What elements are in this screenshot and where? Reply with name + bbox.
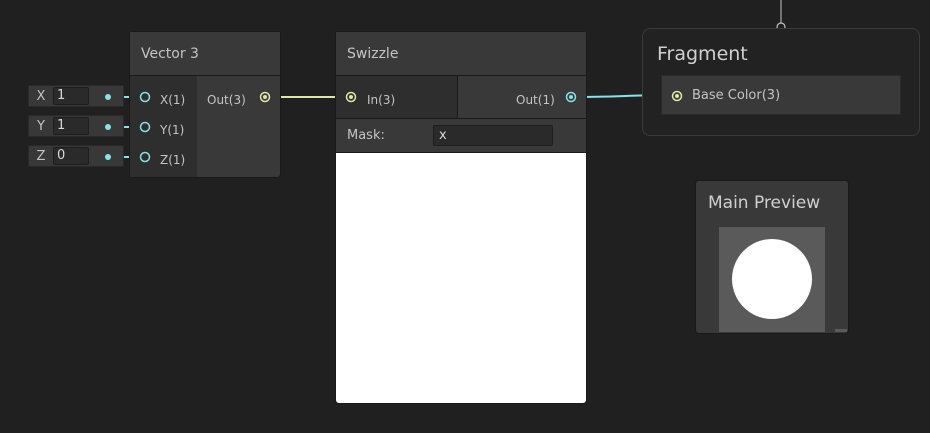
x-input-port-label: X(1) [160,93,186,107]
swizzle-preview [336,153,586,403]
x-field-port-icon[interactable] [91,86,121,106]
swizzle-output-port-icon[interactable] [565,91,577,103]
preview-sphere-icon [732,239,812,319]
z-field-label: Z [36,148,46,164]
z-field-port-icon[interactable] [91,146,121,166]
y-input-port-label: Y(1) [160,123,185,137]
z-value-input[interactable]: 0 [53,147,89,165]
fragment-node[interactable]: Fragment Base Color(3) [642,28,920,136]
z-input-port-icon[interactable] [139,151,151,163]
vector3-node-header[interactable]: Vector 3 [130,32,280,76]
swizzle-node-title: Swizzle [347,45,399,62]
y-value-input[interactable]: 1 [53,117,89,135]
swizzle-output-label: Out(1) [516,93,555,107]
y-value-field[interactable]: Y 1 [28,115,124,137]
swizzle-node[interactable]: Swizzle In(3) Out(1) Mask: x [335,31,587,404]
z-value-field[interactable]: Z 0 [28,145,124,167]
base-color-block[interactable]: Base Color(3) [661,75,901,115]
x-value-field[interactable]: X 1 [28,85,124,107]
y-field-label: Y [37,118,45,134]
x-value-input[interactable]: 1 [53,87,89,105]
mask-input[interactable]: x [433,125,553,146]
fragment-title: Fragment [657,43,748,65]
vector3-output-port-icon[interactable] [259,91,271,103]
swizzle-input-label: In(3) [367,93,396,107]
vector3-node[interactable]: Vector 3 X(1) Y(1) Z(1) Out(3) [129,31,281,178]
mask-row: Mask: x [336,118,586,153]
x-field-label: X [36,88,46,104]
main-preview-panel[interactable]: Main Preview [695,180,849,334]
main-preview-viewport[interactable] [719,227,825,332]
mask-label: Mask: [347,128,385,143]
x-input-port-icon[interactable] [139,91,151,103]
vector3-output-label: Out(3) [207,93,246,107]
y-field-port-icon[interactable] [91,116,121,136]
resize-handle[interactable] [835,329,847,332]
swizzle-node-header[interactable]: Swizzle [336,32,586,76]
y-input-port-icon[interactable] [139,121,151,133]
vector3-node-title: Vector 3 [141,45,199,62]
z-input-port-label: Z(1) [160,153,186,167]
swizzle-input-port-icon[interactable] [345,91,357,103]
main-preview-title: Main Preview [708,193,821,213]
base-color-label: Base Color(3) [692,88,781,103]
base-color-port-icon[interactable] [671,90,683,102]
